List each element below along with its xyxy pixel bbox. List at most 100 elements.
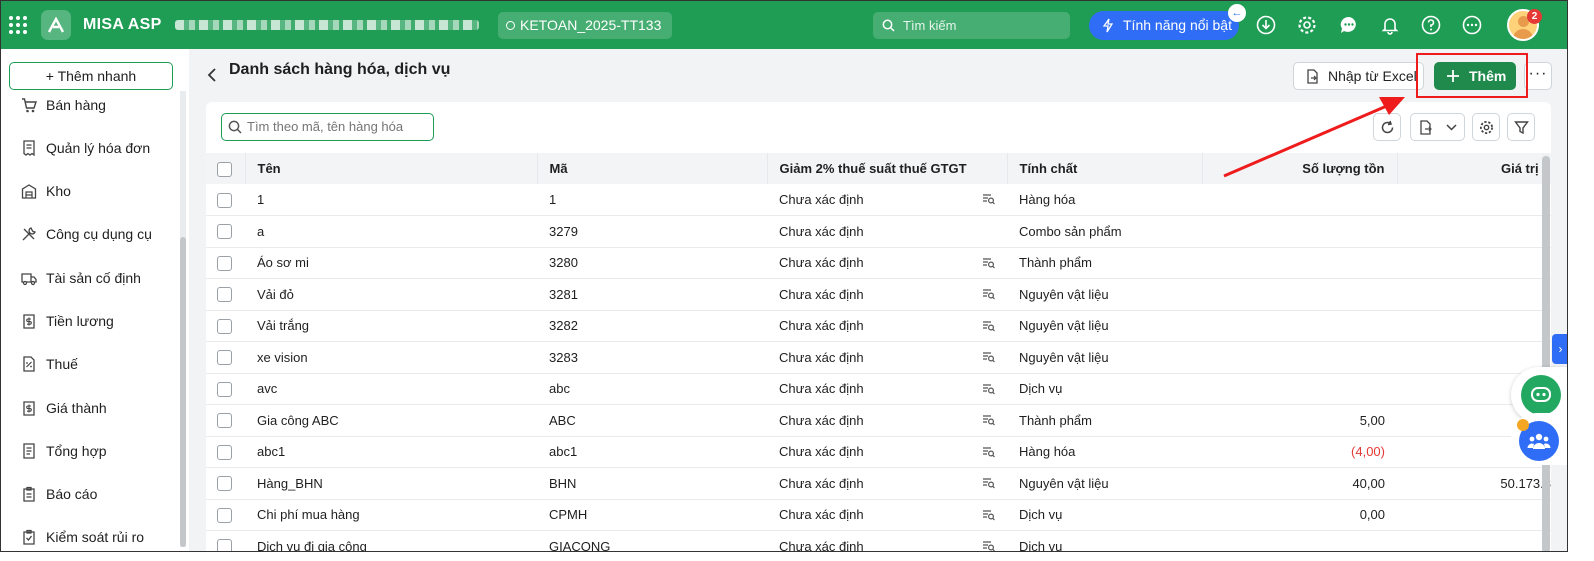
people-icon bbox=[1527, 433, 1551, 449]
view-detail-icon[interactable] bbox=[982, 540, 995, 552]
table-row[interactable]: 1 1 Chưa xác định Hàng hóa bbox=[206, 184, 1551, 216]
table-row[interactable]: avc abc Chưa xác định Dịch vụ bbox=[206, 373, 1551, 405]
sidebar-item-label: Kiểm soát rủi ro bbox=[46, 529, 145, 545]
view-detail-icon[interactable] bbox=[982, 509, 995, 521]
filter-search-input[interactable] bbox=[247, 119, 427, 134]
quick-add-button[interactable]: + Thêm nhanh bbox=[9, 62, 173, 90]
sidebar-item-11[interactable]: Kiểm soát rủi ro bbox=[1, 522, 179, 551]
col-header-nature[interactable]: Tính chất bbox=[1007, 153, 1203, 184]
import-excel-button[interactable]: Nhập từ Excel bbox=[1293, 62, 1424, 90]
select-all-checkbox-cell[interactable] bbox=[206, 153, 246, 184]
row-checkbox[interactable] bbox=[217, 318, 232, 334]
table-row[interactable]: Gia công ABC ABC Chưa xác định Thành phẩm 5,… bbox=[206, 404, 1551, 437]
row-checkbox[interactable] bbox=[217, 224, 232, 240]
row-checkbox-cell[interactable] bbox=[206, 247, 245, 279]
global-search[interactable]: Tìm kiếm bbox=[873, 12, 1070, 39]
row-checkbox[interactable] bbox=[217, 507, 232, 523]
view-detail-icon[interactable] bbox=[982, 320, 995, 332]
row-checkbox-cell[interactable] bbox=[206, 278, 245, 311]
filter-search-field[interactable] bbox=[221, 113, 434, 141]
view-detail-icon[interactable] bbox=[982, 351, 995, 363]
row-checkbox-cell[interactable] bbox=[206, 310, 245, 342]
sidebar-scrollbar-thumb[interactable] bbox=[180, 237, 186, 547]
cost-icon bbox=[23, 401, 35, 416]
row-checkbox[interactable] bbox=[217, 413, 232, 429]
table-row[interactable]: abc1abc1Chưa xác địnhHàng hóa(4,00)(4 bbox=[206, 436, 1551, 468]
col-header-vat[interactable]: Giảm 2% thuế suất thuế GTGT bbox=[767, 153, 1008, 184]
filter-button[interactable] bbox=[1507, 113, 1535, 141]
table-row[interactable]: Hàng_BHN BHN Chưa xác định Nguyên vật liệu 4… bbox=[206, 467, 1551, 500]
col-header-qty[interactable]: Số lượng tồn bbox=[1202, 153, 1398, 184]
refresh-button[interactable] bbox=[1373, 113, 1401, 141]
view-detail-icon[interactable] bbox=[982, 446, 995, 458]
sidebar-item-3[interactable]: Kho bbox=[1, 176, 179, 206]
settings-icon[interactable] bbox=[1297, 15, 1317, 35]
row-checkbox[interactable] bbox=[217, 539, 232, 551]
table-scrollbar-thumb[interactable] bbox=[1542, 156, 1550, 551]
sidebar-item-6[interactable]: Tiền lương bbox=[1, 306, 179, 336]
sidebar-item-5[interactable]: Tài sản cố định bbox=[1, 263, 179, 293]
select-all-checkbox[interactable] bbox=[217, 161, 232, 177]
view-detail-icon[interactable] bbox=[982, 477, 995, 489]
bell-icon[interactable] bbox=[1380, 15, 1400, 35]
cell-vat-text: Chưa xác định bbox=[779, 444, 864, 460]
row-checkbox-cell[interactable] bbox=[206, 530, 245, 551]
col-header-code[interactable]: Mã bbox=[537, 153, 768, 184]
sidebar-item-9[interactable]: Tổng hợp bbox=[1, 436, 179, 466]
sidebar-item-7[interactable]: Thuế bbox=[1, 349, 179, 379]
view-detail-icon[interactable] bbox=[982, 383, 995, 395]
cell-vat-text: Chưa xác định bbox=[779, 412, 864, 428]
cell-vat: Chưa xác định bbox=[767, 184, 1007, 216]
back-chevron-icon[interactable] bbox=[206, 67, 218, 83]
view-detail-icon[interactable] bbox=[982, 257, 995, 269]
row-checkbox-cell[interactable] bbox=[206, 373, 245, 405]
chat-icon[interactable] bbox=[1339, 15, 1359, 35]
table-row[interactable]: Vải trắng 3282 Chưa xác định Nguyên vật liệ… bbox=[206, 310, 1551, 342]
col-header-name[interactable]: Tên bbox=[245, 153, 538, 184]
more-actions-button[interactable]: ··· bbox=[1524, 62, 1552, 90]
row-checkbox-cell[interactable] bbox=[206, 184, 245, 216]
row-checkbox-cell[interactable] bbox=[206, 341, 245, 374]
app-grid-icon[interactable] bbox=[9, 16, 27, 34]
search-icon bbox=[882, 19, 895, 32]
table-row[interactable]: Chi phí mua hàng CPMH Chưa xác định Dịch vụ… bbox=[206, 499, 1551, 531]
row-checkbox-cell[interactable] bbox=[206, 467, 245, 500]
row-checkbox[interactable] bbox=[217, 192, 232, 208]
more-circle-icon[interactable] bbox=[1462, 15, 1482, 35]
database-selector[interactable]: KETOAN_2025-TT133 bbox=[498, 12, 672, 39]
table-row[interactable]: Dịch vụ đi gia công GIACONG Chưa xác định D… bbox=[206, 530, 1551, 552]
help-icon[interactable] bbox=[1421, 15, 1441, 35]
page-title: Danh sách hàng hóa, dịch vụ bbox=[229, 61, 451, 78]
row-checkbox-cell[interactable] bbox=[206, 404, 245, 437]
export-button[interactable] bbox=[1410, 113, 1465, 141]
view-detail-icon[interactable] bbox=[982, 288, 995, 300]
row-checkbox[interactable] bbox=[217, 255, 232, 271]
row-checkbox[interactable] bbox=[217, 350, 232, 366]
column-settings-button[interactable] bbox=[1472, 113, 1500, 141]
featured-button[interactable]: Tính năng nổi bật bbox=[1089, 11, 1239, 40]
sidebar-item-1[interactable]: Bán hàng bbox=[1, 90, 179, 120]
view-detail-icon[interactable] bbox=[982, 193, 995, 205]
sidebar-item-10[interactable]: Báo cáo bbox=[1, 479, 179, 509]
row-checkbox[interactable] bbox=[217, 381, 232, 397]
table-row[interactable]: a 3279 Chưa xác định Combo sản phẩm bbox=[206, 215, 1551, 248]
table-row[interactable]: Vải đỏ 3281 Chưa xác định Nguyên vật liệu bbox=[206, 278, 1551, 311]
row-checkbox-cell[interactable] bbox=[206, 436, 245, 468]
table-row[interactable]: Áo sơ mi 3280 Chưa xác định Thành phẩm bbox=[206, 247, 1551, 279]
sidebar-item-2[interactable]: Quản lý hóa đơn bbox=[1, 133, 179, 163]
col-header-value[interactable]: Giá trị t bbox=[1397, 153, 1551, 184]
arrow-left-icon[interactable]: ← bbox=[1228, 4, 1246, 22]
row-checkbox-cell[interactable] bbox=[206, 215, 245, 248]
view-detail-icon[interactable] bbox=[982, 414, 995, 426]
table-row[interactable]: xe vision 3283 Chưa xác định Nguyên vật liệ… bbox=[206, 341, 1551, 374]
row-checkbox[interactable] bbox=[217, 287, 232, 303]
row-checkbox[interactable] bbox=[217, 444, 232, 460]
sidebar-item-8[interactable]: Giá thành bbox=[1, 393, 179, 423]
row-checkbox-cell[interactable] bbox=[206, 499, 245, 531]
row-checkbox[interactable] bbox=[217, 476, 232, 492]
sidebar-item-4[interactable]: Công cụ dụng cụ bbox=[1, 219, 179, 249]
cell-name: abc1 bbox=[245, 436, 537, 468]
download-icon[interactable] bbox=[1256, 15, 1276, 35]
expand-panel-tab[interactable]: › bbox=[1552, 334, 1567, 364]
cell-name: Vải đỏ bbox=[245, 278, 537, 311]
